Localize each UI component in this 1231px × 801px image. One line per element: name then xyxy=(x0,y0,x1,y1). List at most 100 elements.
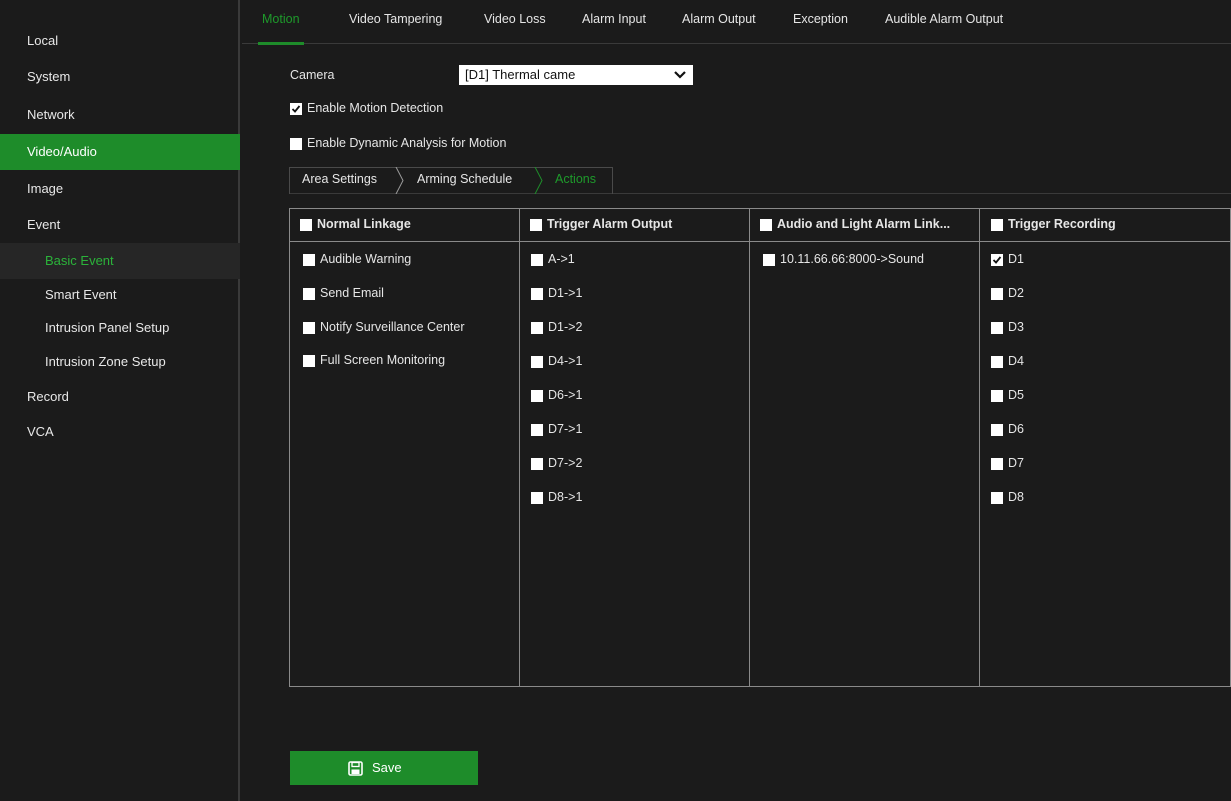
list-item[interactable]: D8 xyxy=(991,490,1071,506)
column-header: Normal Linkage xyxy=(290,209,519,242)
checkbox-icon xyxy=(303,355,315,367)
list-item[interactable]: D4->1 xyxy=(531,354,651,370)
tab-audible-alarm-output[interactable]: Audible Alarm Output xyxy=(885,0,1003,44)
list-item-label: 10.11.66.66:8000->Sound xyxy=(780,252,924,266)
list-item[interactable]: D4 xyxy=(991,354,1071,370)
list-item[interactable]: D6 xyxy=(991,422,1071,438)
column-trigger-recording: Trigger Recording D1 D2 D3 D4 D5 D6 D7 D… xyxy=(980,209,1230,686)
list-item[interactable]: D8->1 xyxy=(531,490,651,506)
sidebar-item-event[interactable]: Event xyxy=(0,207,240,243)
list-item-label: D7 xyxy=(1008,456,1024,470)
enable-motion-detection-label: Enable Motion Detection xyxy=(307,101,444,115)
list-item[interactable]: Full Screen Monitoring xyxy=(303,353,513,369)
trigger-alarm-output-select-all[interactable]: Trigger Alarm Output xyxy=(530,217,740,233)
list-item-label: D4->1 xyxy=(548,354,583,368)
list-item-label: D4 xyxy=(1008,354,1024,368)
tab-video-loss[interactable]: Video Loss xyxy=(484,0,546,44)
checkbox-icon xyxy=(531,356,543,368)
list-item-label: D7->2 xyxy=(548,456,583,470)
enable-dynamic-analysis-checkbox[interactable]: Enable Dynamic Analysis for Motion xyxy=(290,136,550,152)
save-button-label: Save xyxy=(372,760,402,775)
list-item-label: Full Screen Monitoring xyxy=(320,353,446,367)
sidebar-item-basic-event[interactable]: Basic Event xyxy=(0,243,240,279)
sidebar-item-video-audio[interactable]: Video/Audio xyxy=(0,134,240,170)
checkbox-icon xyxy=(760,219,772,231)
list-item-label: D2 xyxy=(1008,286,1024,300)
checkbox-icon xyxy=(991,458,1003,470)
tab-exception[interactable]: Exception xyxy=(793,0,848,44)
list-item[interactable]: D2 xyxy=(991,286,1071,302)
checkbox-icon xyxy=(303,322,315,334)
list-item[interactable]: D1->1 xyxy=(531,286,651,302)
list-item[interactable]: D6->1 xyxy=(531,388,651,404)
chevron-down-icon xyxy=(674,71,686,79)
column-header-label: Trigger Recording xyxy=(1008,217,1116,231)
checkbox-icon xyxy=(303,254,315,266)
list-item-label: D1->1 xyxy=(548,286,583,300)
sidebar-item-image[interactable]: Image xyxy=(0,171,240,207)
list-item[interactable]: D7->2 xyxy=(531,456,651,472)
checkbox-icon xyxy=(300,219,312,231)
column-header-label: Trigger Alarm Output xyxy=(547,217,673,231)
list-item[interactable]: D7->1 xyxy=(531,422,651,438)
list-item[interactable]: Notify Surveillance Center xyxy=(303,320,513,336)
list-item-label: Send Email xyxy=(320,286,384,300)
sidebar-item-network[interactable]: Network xyxy=(0,97,240,133)
tab-separator-icon xyxy=(534,167,543,194)
normal-linkage-select-all[interactable]: Normal Linkage xyxy=(300,217,500,233)
linkage-actions-table: Normal Linkage Audible Warning Send Emai… xyxy=(289,208,1231,687)
tab-separator-icon xyxy=(395,167,404,194)
save-disk-icon xyxy=(348,761,363,776)
list-item[interactable]: D7 xyxy=(991,456,1071,472)
tab-arming-schedule[interactable]: Arming Schedule xyxy=(417,167,512,193)
tab-area-settings[interactable]: Area Settings xyxy=(302,167,377,193)
checkbox-icon xyxy=(991,288,1003,300)
checkbox-icon xyxy=(303,288,315,300)
enable-motion-detection-checkbox[interactable]: Enable Motion Detection xyxy=(290,101,490,117)
list-item-label: D8 xyxy=(1008,490,1024,504)
list-item[interactable]: 10.11.66.66:8000->Sound xyxy=(763,252,973,268)
list-item-label: D8->1 xyxy=(548,490,583,504)
sidebar-item-smart-event[interactable]: Smart Event xyxy=(0,277,240,313)
checkbox-icon xyxy=(531,288,543,300)
camera-select[interactable]: [D1] Thermal came xyxy=(459,65,693,85)
tab-alarm-output[interactable]: Alarm Output xyxy=(682,0,756,44)
checkbox-icon xyxy=(530,219,542,231)
checkbox-icon xyxy=(531,492,543,504)
save-button[interactable]: Save xyxy=(290,751,478,785)
column-header-label: Audio and Light Alarm Link... xyxy=(777,217,951,231)
sidebar-item-system[interactable]: System xyxy=(0,59,240,95)
sidebar-item-vca[interactable]: VCA xyxy=(0,414,240,450)
tab-motion[interactable]: Motion xyxy=(258,0,304,45)
sidebar-item-intrusion-panel-setup[interactable]: Intrusion Panel Setup xyxy=(0,310,240,346)
list-item-label: D6->1 xyxy=(548,388,583,402)
sidebar-item-record[interactable]: Record xyxy=(0,379,240,415)
list-item[interactable]: A->1 xyxy=(531,252,651,268)
checkbox-icon xyxy=(531,322,543,334)
checkbox-icon xyxy=(991,492,1003,504)
checkbox-icon xyxy=(991,356,1003,368)
checkbox-icon xyxy=(991,390,1003,402)
checkbox-icon xyxy=(531,390,543,402)
tab-video-tampering[interactable]: Video Tampering xyxy=(349,0,442,44)
list-item[interactable]: D1->2 xyxy=(531,320,651,336)
trigger-recording-select-all[interactable]: Trigger Recording xyxy=(991,217,1191,233)
list-item[interactable]: D1 xyxy=(991,252,1071,268)
column-header: Trigger Recording xyxy=(980,209,1230,242)
checkbox-checked-icon xyxy=(290,103,302,115)
audio-light-alarm-select-all[interactable]: Audio and Light Alarm Link... xyxy=(760,217,975,233)
tab-alarm-input[interactable]: Alarm Input xyxy=(582,0,646,44)
checkbox-checked-icon xyxy=(991,254,1003,266)
camera-select-value: [D1] Thermal came xyxy=(465,67,576,82)
sidebar-item-local[interactable]: Local xyxy=(0,23,240,59)
list-item-label: A->1 xyxy=(548,252,575,266)
list-item[interactable]: Audible Warning xyxy=(303,252,513,268)
list-item[interactable]: D5 xyxy=(991,388,1071,404)
list-item-label: D1->2 xyxy=(548,320,583,334)
list-item[interactable]: D3 xyxy=(991,320,1071,336)
list-item-label: D7->1 xyxy=(548,422,583,436)
column-trigger-alarm-output: Trigger Alarm Output A->1 D1->1 D1->2 D4… xyxy=(520,209,750,686)
sidebar-item-intrusion-zone-setup[interactable]: Intrusion Zone Setup xyxy=(0,344,240,380)
tab-actions[interactable]: Actions xyxy=(555,167,596,193)
list-item[interactable]: Send Email xyxy=(303,286,513,302)
